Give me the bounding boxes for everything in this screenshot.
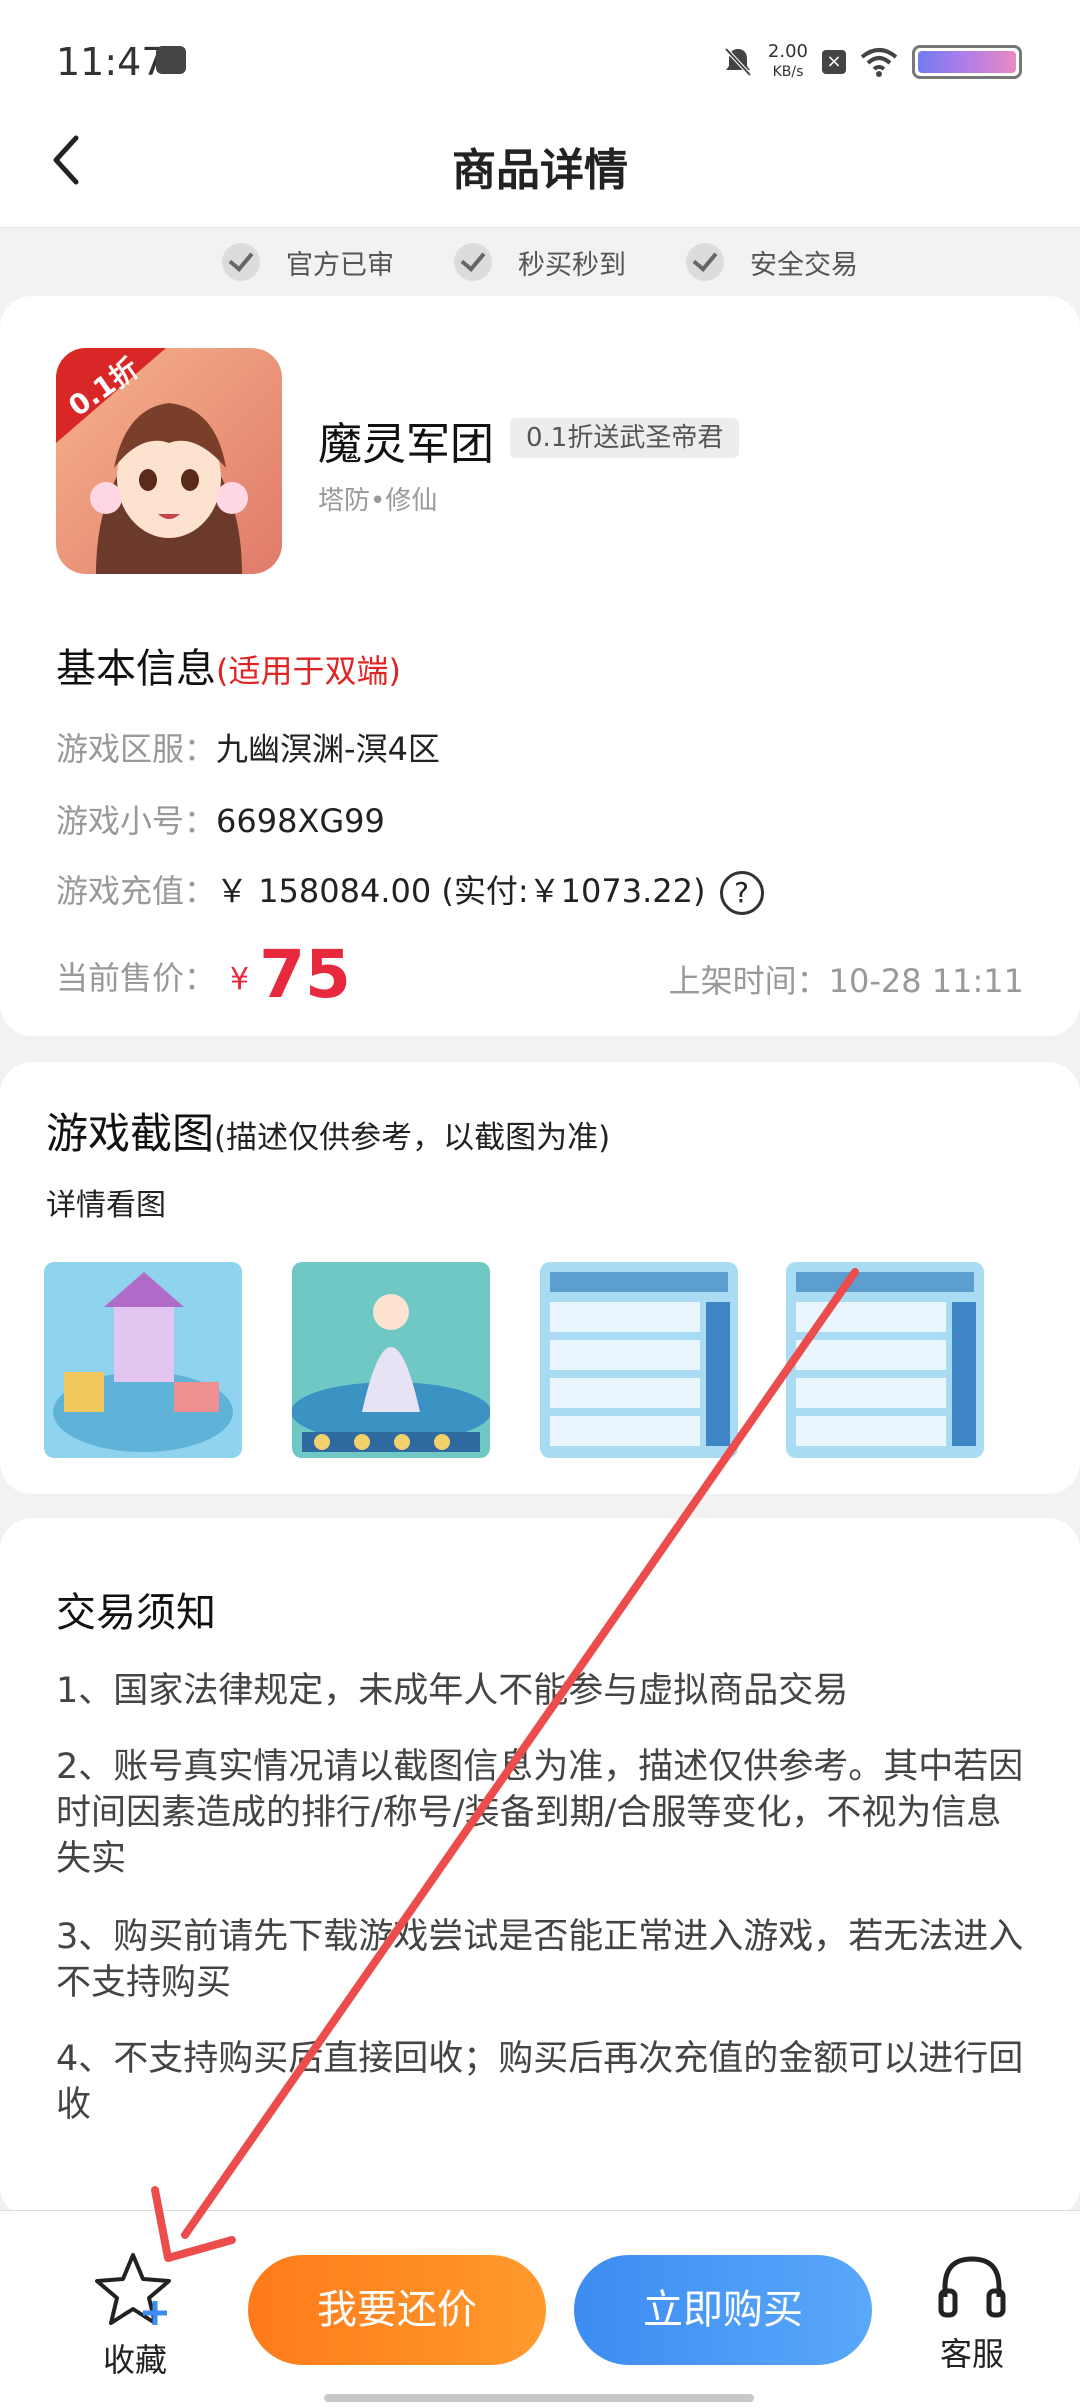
badge-official: 官方已审	[222, 243, 394, 282]
view-details-link[interactable]: 详情看图	[46, 1180, 166, 1224]
guarantee-badges: 官方已审 秒买秒到 安全交易	[0, 228, 1080, 296]
favorite-label: 收藏	[102, 2341, 167, 2379]
info-server: 游戏区服：九幽溟渊-溟4区	[56, 730, 440, 768]
favorite-button[interactable]: 收藏	[80, 2251, 190, 2401]
screenshots-title: 游戏截图(描述仅供参考，以截图为准)	[46, 1109, 611, 1158]
nav-header: 商品详情	[0, 100, 1080, 228]
headset-icon	[938, 2256, 1006, 2318]
screenshot-thumbnail-3[interactable]	[540, 1262, 738, 1458]
listed-time: 上架时间：10-28 11:11	[668, 962, 1024, 1000]
notification-icon	[156, 46, 186, 74]
screenshots-card: 游戏截图(描述仅供参考，以截图为准) 详情看图	[0, 1062, 1080, 1494]
trade-notice-card: 交易须知 1、国家法律规定，未成年人不能参与虚拟商品交易 2、账号真实情况请以截…	[0, 1518, 1080, 2218]
status-icons: 2.00 KB/s ×	[722, 40, 1022, 84]
basic-info-title: 基本信息(适用于双端)	[56, 646, 401, 692]
network-speed: 2.00 KB/s	[767, 41, 808, 81]
notice-item-2: 2、账号真实情况请以截图信息为准，描述仅供参考。其中若因时间因素造成的排行/称号…	[56, 1747, 1024, 1879]
bargain-button[interactable]: 我要还价	[248, 2255, 546, 2365]
game-tag: 0.1折送武圣帝君	[510, 418, 740, 458]
check-icon	[222, 243, 260, 281]
service-label: 客服	[939, 2335, 1004, 2373]
info-recharge: 游戏充值：￥ 158084.00 (实付:￥1073.22)?	[56, 866, 764, 915]
screenshot-thumbnail-2[interactable]	[292, 1262, 490, 1458]
wifi-icon	[860, 48, 898, 77]
status-time: 11:47	[56, 40, 166, 84]
game-category: 塔防•修仙	[318, 486, 438, 516]
game-name: 魔灵军团	[318, 419, 494, 470]
notice-title: 交易须知	[56, 1590, 216, 1636]
help-icon[interactable]: ?	[719, 871, 764, 915]
info-account: 游戏小号：6698XG99	[56, 802, 385, 840]
bottom-action-bar: 收藏 我要还价 立即购买 客服	[0, 2210, 1080, 2408]
notice-item-4: 4、不支持购买后直接回收；购买后再次充值的金额可以进行回收	[56, 2039, 1024, 2125]
notice-item-1: 1、国家法律规定，未成年人不能参与虚拟商品交易	[56, 1671, 849, 1711]
customer-service-button[interactable]: 客服	[912, 2251, 1032, 2401]
screenshot-thumbnail-1[interactable]	[44, 1262, 242, 1458]
screenshot-thumbnail-4[interactable]	[786, 1262, 984, 1458]
game-icon[interactable]: 0.1折	[56, 348, 282, 574]
badge-safe: 安全交易	[686, 243, 858, 282]
info-price: 当前售价： ¥75	[56, 936, 351, 1013]
star-add-icon	[95, 2253, 171, 2325]
data-off-icon: ×	[822, 50, 846, 74]
badge-instant: 秒买秒到	[454, 243, 626, 282]
mute-bell-icon	[724, 47, 752, 77]
home-indicator	[324, 2394, 754, 2402]
page-title: 商品详情	[452, 145, 628, 196]
check-icon	[454, 243, 492, 281]
current-price: 75	[259, 936, 351, 1013]
notice-item-3: 3、购买前请先下载游戏尝试是否能正常进入游戏，若无法进入不支持购买	[56, 1917, 1024, 2003]
buy-now-button[interactable]: 立即购买	[574, 2255, 872, 2365]
product-info-card: 0.1折 魔灵军团 0.1折送武圣帝君 塔防•修仙 基本信息(适用于双端) 游戏…	[0, 296, 1080, 1036]
battery-icon	[912, 45, 1022, 79]
check-icon	[686, 243, 724, 281]
